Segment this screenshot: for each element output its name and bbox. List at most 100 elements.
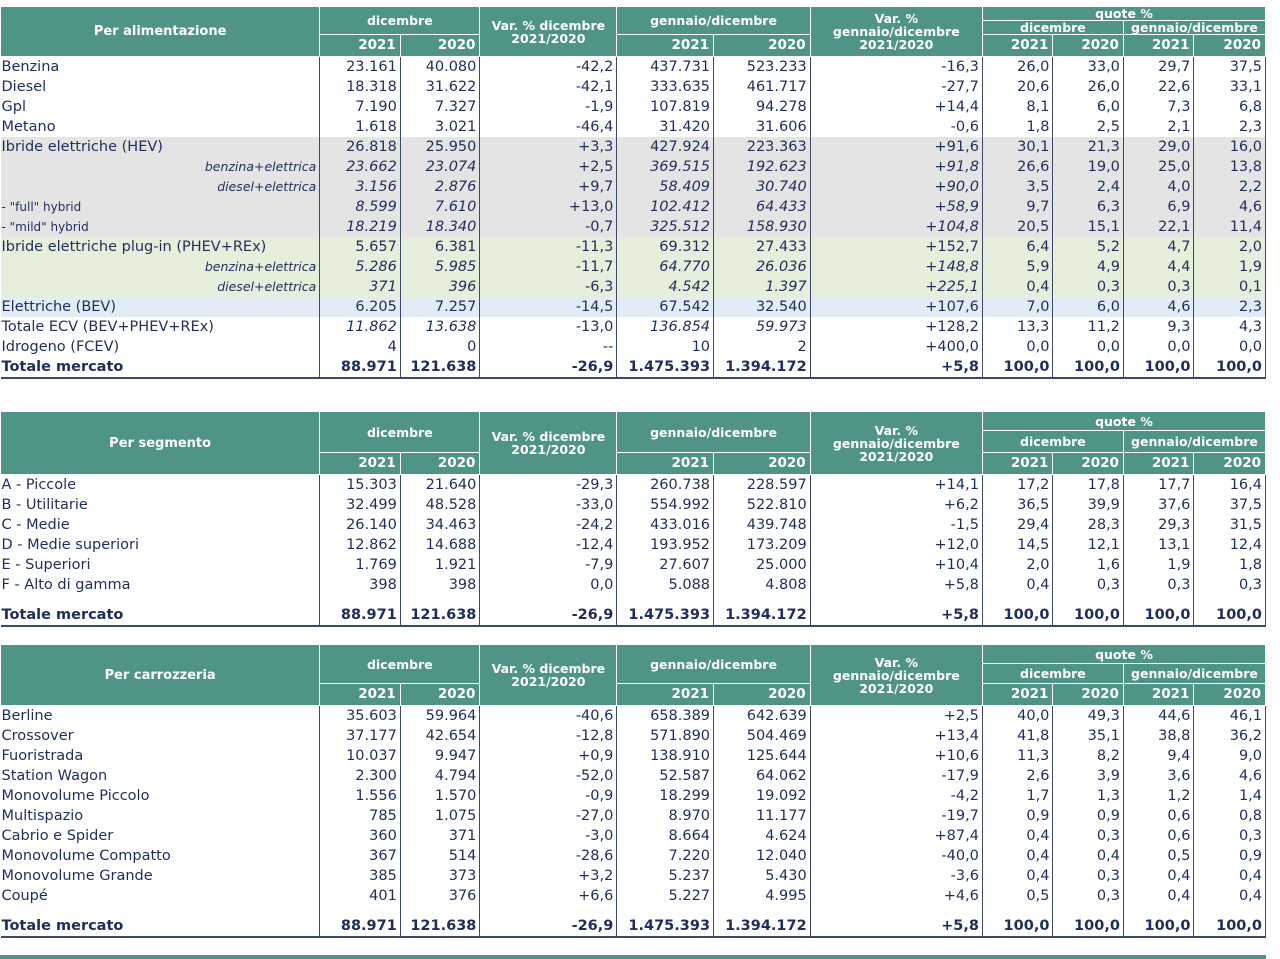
row-label: A - Piccole — [0, 474, 321, 495]
table-cell: -- — [479, 337, 618, 357]
table-cell: 26,0 — [1052, 77, 1124, 97]
table-carrozzeria: Per carrozzeria dicembre Var. % dicembre… — [0, 644, 1267, 938]
table-cell: 2,3 — [1193, 117, 1266, 137]
header-quote-gennaio: gennaio/dicembre — [1122, 20, 1267, 35]
table-cell: 1.921 — [400, 555, 481, 575]
spacer-cell — [616, 595, 715, 605]
table-cell: 11,4 — [1193, 217, 1266, 237]
table-cell: 0,4 — [1052, 846, 1124, 866]
table-cell: 4 — [319, 337, 401, 357]
table-cell: 29,3 — [1123, 515, 1195, 535]
spacer-cell — [319, 906, 401, 916]
table-cell: 369.515 — [616, 157, 715, 177]
table-cell: 27.433 — [713, 237, 811, 257]
table-segmento: Per segmento dicembre Var. % dicembre 20… — [0, 411, 1267, 627]
table-cell: 333.635 — [616, 77, 715, 97]
table-cell: 1.618 — [319, 117, 401, 137]
table-cell: 8.599 — [319, 197, 401, 217]
table-cell: 22,6 — [1123, 77, 1195, 97]
row-label: Totale ECV (BEV+PHEV+REx) — [0, 317, 321, 337]
spacer-cell — [400, 906, 481, 916]
table-cell: 35,1 — [1052, 726, 1124, 746]
table-cell: -0,7 — [479, 217, 618, 237]
header-gennaio-dicembre: gennaio/dicembre — [616, 411, 811, 453]
table-cell: 1,7 — [982, 786, 1054, 806]
table-cell: 107.819 — [616, 97, 715, 117]
total-row: Totale mercato 88.971 121.638 -26,9 1.475.39… — [0, 605, 1266, 627]
table-row: Fuoristrada 10.037 9.947 +0,9 138.910 125.644… — [0, 746, 1266, 766]
table-cell: 28,3 — [1052, 515, 1124, 535]
table-cell: 1,9 — [1123, 555, 1195, 575]
table-cell: 1,6 — [1052, 555, 1124, 575]
table-cell: 14.688 — [400, 535, 481, 555]
table-cell: 0 — [400, 337, 481, 357]
table-cell: 5.237 — [616, 866, 715, 886]
total-row: Totale mercato 88.971 121.638 -26,9 1.475.39… — [0, 916, 1266, 938]
table-cell: 25.000 — [713, 555, 811, 575]
row-label: diesel+elettrica — [0, 177, 321, 197]
table-cell: 35.603 — [319, 705, 401, 726]
table-row: benzina+elettrica 5.286 5.985 -11,7 64.770 26… — [0, 257, 1266, 277]
table-cell: +152,7 — [810, 237, 983, 257]
table-row: Coupé 401 376 +6,6 5.227 4.995 +4,6 0,5 0,3 0,4 0,… — [0, 886, 1266, 906]
row-label: Coupé — [0, 886, 321, 906]
table-cell: 40,0 — [982, 705, 1054, 726]
table-cell: 26.140 — [319, 515, 401, 535]
table-row: D - Medie superiori 12.862 14.688 -12,4 193.… — [0, 535, 1266, 555]
table-cell: 5.430 — [713, 866, 811, 886]
table-cell: 325.512 — [616, 217, 715, 237]
spacer-cell — [713, 595, 811, 605]
table-cell: 31.420 — [616, 117, 715, 137]
table-row: Gpl 7.190 7.327 -1,9 107.819 94.278 +14,4 8,1 6,… — [0, 97, 1266, 117]
table-cell: 0,9 — [982, 806, 1054, 826]
table-cell: 4,6 — [1193, 766, 1266, 786]
table-cell: 16,0 — [1193, 137, 1266, 157]
table-row: Metano 1.618 3.021 -46,4 31.420 31.606 -0,6 1,8… — [0, 117, 1266, 137]
header-quote: quote % — [981, 411, 1267, 431]
table-cell: 0,3 — [1052, 575, 1124, 595]
table-cell: 31,5 — [1193, 515, 1266, 535]
table-row: diesel+elettrica 371 396 -6,3 4.542 1.397 +225… — [0, 277, 1266, 297]
table-cell: 0,3 — [1052, 886, 1124, 906]
spacer-cell — [0, 595, 321, 605]
row-label: Multispazio — [0, 806, 321, 826]
table-cell: 37,5 — [1193, 495, 1266, 515]
table-cell: 373 — [400, 866, 481, 886]
table-cell: 158.930 — [713, 217, 811, 237]
table-cell: 46,1 — [1193, 705, 1266, 726]
year-2021: 2021 — [319, 452, 401, 475]
table-cell: +225,1 — [810, 277, 983, 297]
table-cell: 4.624 — [713, 826, 811, 846]
table-cell: +6,6 — [479, 886, 618, 906]
row-label: benzina+elettrica — [0, 257, 321, 277]
table-cell: 514 — [400, 846, 481, 866]
table-cell: 401 — [319, 886, 401, 906]
table-cell: -40,6 — [479, 705, 618, 726]
table-row: Station Wagon 2.300 4.794 -52,0 52.587 64.062… — [0, 766, 1266, 786]
total-cell: 88.971 — [319, 605, 401, 627]
table-cell: 11.177 — [713, 806, 811, 826]
table-cell: 228.597 — [713, 474, 811, 495]
table-cell: 260.738 — [616, 474, 715, 495]
table-cell: 2,2 — [1193, 177, 1266, 197]
total-cell: 1.394.172 — [713, 916, 811, 938]
row-label: Elettriche (BEV) — [0, 297, 321, 317]
table-cell: -1,5 — [810, 515, 983, 535]
year-2020: 2020 — [1052, 34, 1124, 57]
table-cell: -12,8 — [479, 726, 618, 746]
table-cell: 8,1 — [982, 97, 1054, 117]
table-cell: +4,6 — [810, 886, 983, 906]
row-label: Ibride elettriche (HEV) — [0, 137, 321, 157]
table-cell: 37,6 — [1123, 495, 1195, 515]
table-cell: 0,0 — [982, 337, 1054, 357]
table-cell: 36,5 — [982, 495, 1054, 515]
header-gennaio-dicembre: gennaio/dicembre — [616, 6, 811, 35]
year-2020: 2020 — [1193, 683, 1266, 706]
table-cell: 0,0 — [1052, 337, 1124, 357]
total-label: Totale mercato — [0, 605, 321, 627]
header-var-gennaio: Var. % gennaio/dicembre 2021/2020 — [809, 411, 983, 475]
header-dicembre: dicembre — [319, 644, 481, 684]
table-cell: -12,4 — [479, 535, 618, 555]
table-cell: 0,9 — [1193, 846, 1266, 866]
table-cell: 17,7 — [1123, 474, 1195, 495]
